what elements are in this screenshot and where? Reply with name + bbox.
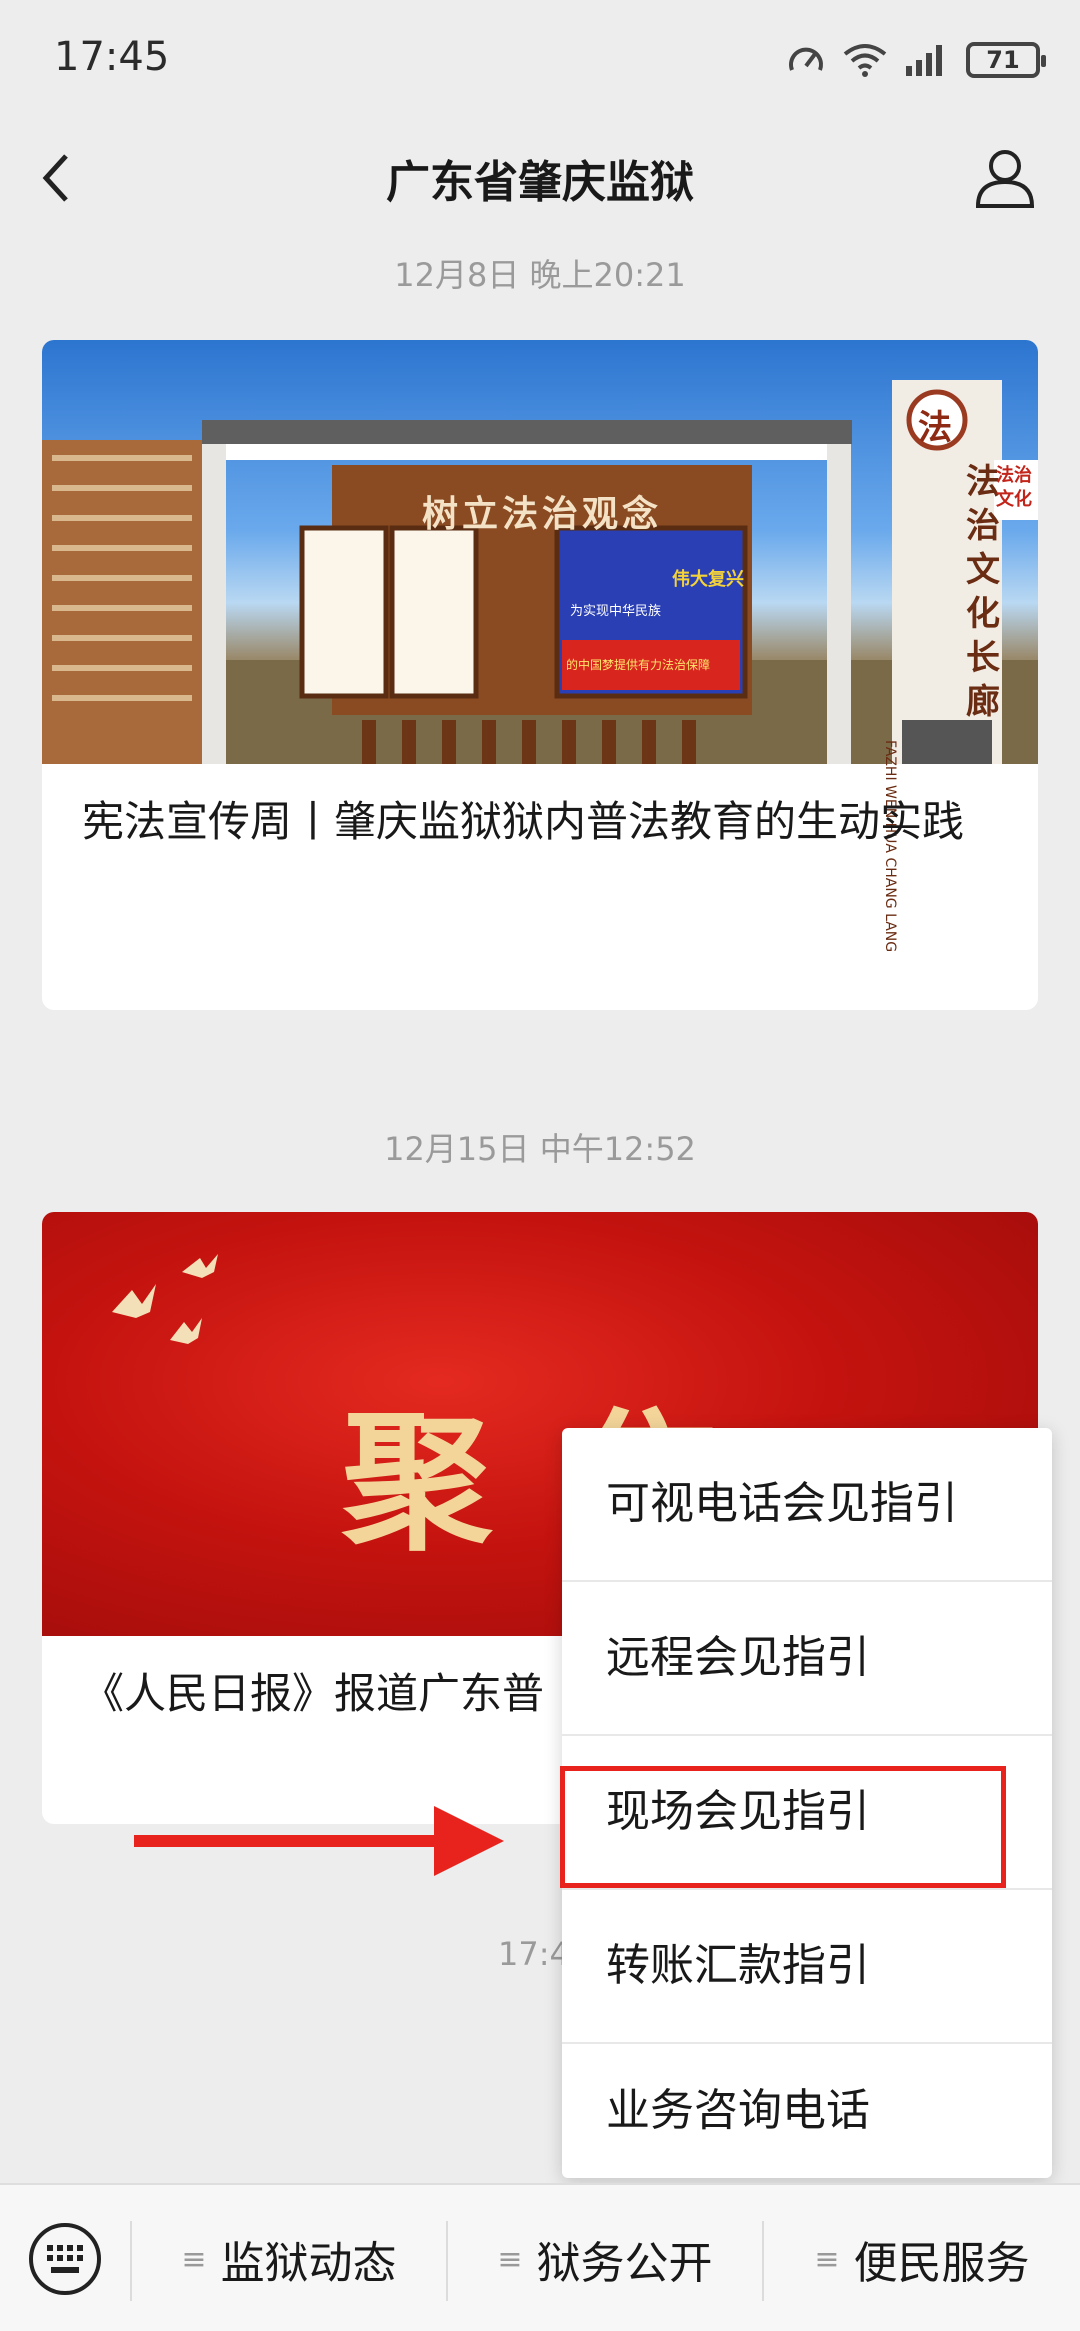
back-button[interactable] (36, 148, 90, 208)
red-highlight-box (560, 1766, 1006, 1888)
menu-lines-icon: ≡ (181, 2241, 207, 2277)
bottom-menu-bar: ≡ 监狱动态 ≡ 狱务公开 ≡ 便民服务 (0, 2183, 1080, 2331)
menu-item-video-call-guide[interactable]: 可视电话会见指引 (562, 1428, 1052, 1580)
status-icons: 71 (786, 40, 1046, 80)
speedometer-icon (789, 47, 823, 71)
red-arrow-annotation (134, 1806, 504, 1876)
signal-icon (906, 45, 942, 76)
image-poster-line3: 的中国梦提供有力法治保障 (566, 658, 711, 672)
image-poster-line2: 伟大复兴 (672, 569, 744, 590)
article-title: 宪法宣传周丨肇庆监狱狱内普法教育的生动实践 (82, 797, 965, 846)
image-badge-text: 法 (918, 408, 952, 448)
status-time: 17:45 (54, 34, 170, 80)
bottom-menu-public-services[interactable]: ≡ 便民服务 (764, 2185, 1080, 2331)
menu-lines-icon: ≡ (814, 2241, 840, 2277)
bottom-menu-prison-affairs[interactable]: ≡ 狱务公开 (448, 2185, 762, 2331)
menu-lines-icon: ≡ (497, 2241, 523, 2277)
message-timestamp: 12月8日 晚上20:21 (394, 256, 686, 294)
menu-item-consult-phone[interactable]: 业务咨询电话 (562, 2044, 1052, 2178)
battery-icon: 71 (966, 42, 1046, 78)
image-poster-line1: 为实现中华民族 (570, 604, 662, 619)
image-sign-text: 树立法治观念 (422, 494, 663, 535)
bottom-menu-label: 便民服务 (853, 2238, 1030, 2289)
bottom-menu-label: 狱务公开 (536, 2238, 713, 2289)
profile-button[interactable] (970, 144, 1040, 212)
bottom-menu-prison-news[interactable]: ≡ 监狱动态 (132, 2185, 446, 2331)
menu-item-transfer-guide[interactable]: 转账汇款指引 (562, 1890, 1052, 2042)
image-corner-text: 法治文化 (996, 465, 1032, 510)
wifi-icon (843, 44, 887, 77)
message-timestamp: 12月15日 中午12:52 (384, 1130, 696, 1168)
message-timestamp: 17:4 (498, 1935, 570, 1973)
keyboard-icon (29, 2223, 101, 2295)
keyboard-toggle-button[interactable] (0, 2185, 130, 2331)
person-icon (975, 150, 1035, 208)
page-title: 广东省肇庆监狱 (386, 157, 694, 208)
article-card[interactable]: 树立法治观念 法 法治文化长廊 FAZHI WEN HUA CHANG LANG… (42, 340, 1038, 1010)
chevron-left-icon (42, 154, 68, 202)
menu-item-remote-visit-guide[interactable]: 远程会见指引 (562, 1582, 1052, 1734)
article-image: 树立法治观念 法 法治文化长廊 FAZHI WEN HUA CHANG LANG… (42, 340, 1038, 952)
bottom-menu-label: 监狱动态 (220, 2238, 397, 2289)
